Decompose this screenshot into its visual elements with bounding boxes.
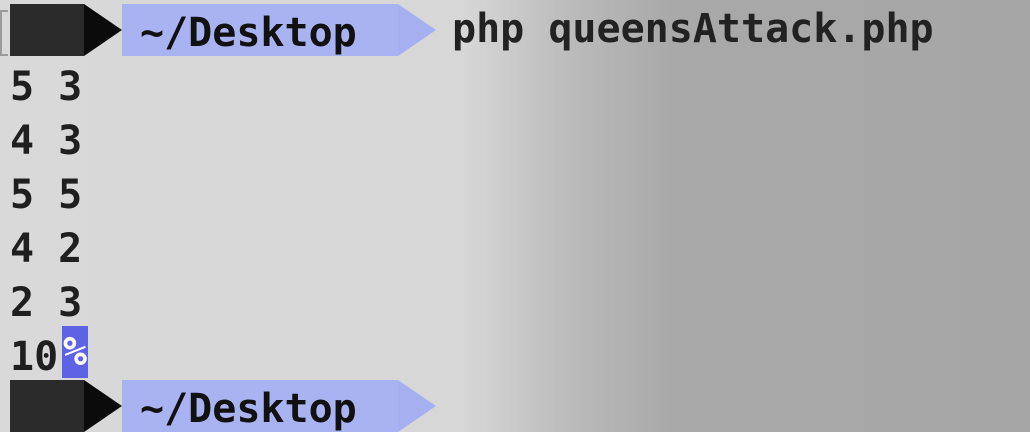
next-prompt-line: ~/Desktop	[0, 380, 440, 432]
no-newline-marker: %	[62, 326, 88, 378]
prompt-directory: ~/Desktop	[140, 10, 357, 56]
entered-command: php queensAttack.php	[452, 6, 934, 52]
output-line: 5 5	[10, 172, 83, 218]
powerline-arrow-icon	[398, 380, 436, 432]
powerline-arrow-icon	[84, 4, 122, 56]
powerline-arrow-icon	[84, 380, 122, 432]
prompt-directory: ~/Desktop	[140, 386, 357, 432]
prompt-user-segment	[10, 4, 84, 56]
prompt-line: ~/Desktop	[0, 4, 440, 56]
output-line: 4 3	[10, 118, 83, 164]
prompt-user-segment	[10, 380, 84, 432]
output-line: 10	[10, 334, 59, 380]
window-edge-bracket	[0, 10, 8, 56]
output-line: 2 3	[10, 280, 83, 326]
output-line: 5 3	[10, 64, 83, 110]
powerline-arrow-icon	[398, 4, 436, 56]
output-line: 4 2	[10, 226, 83, 272]
